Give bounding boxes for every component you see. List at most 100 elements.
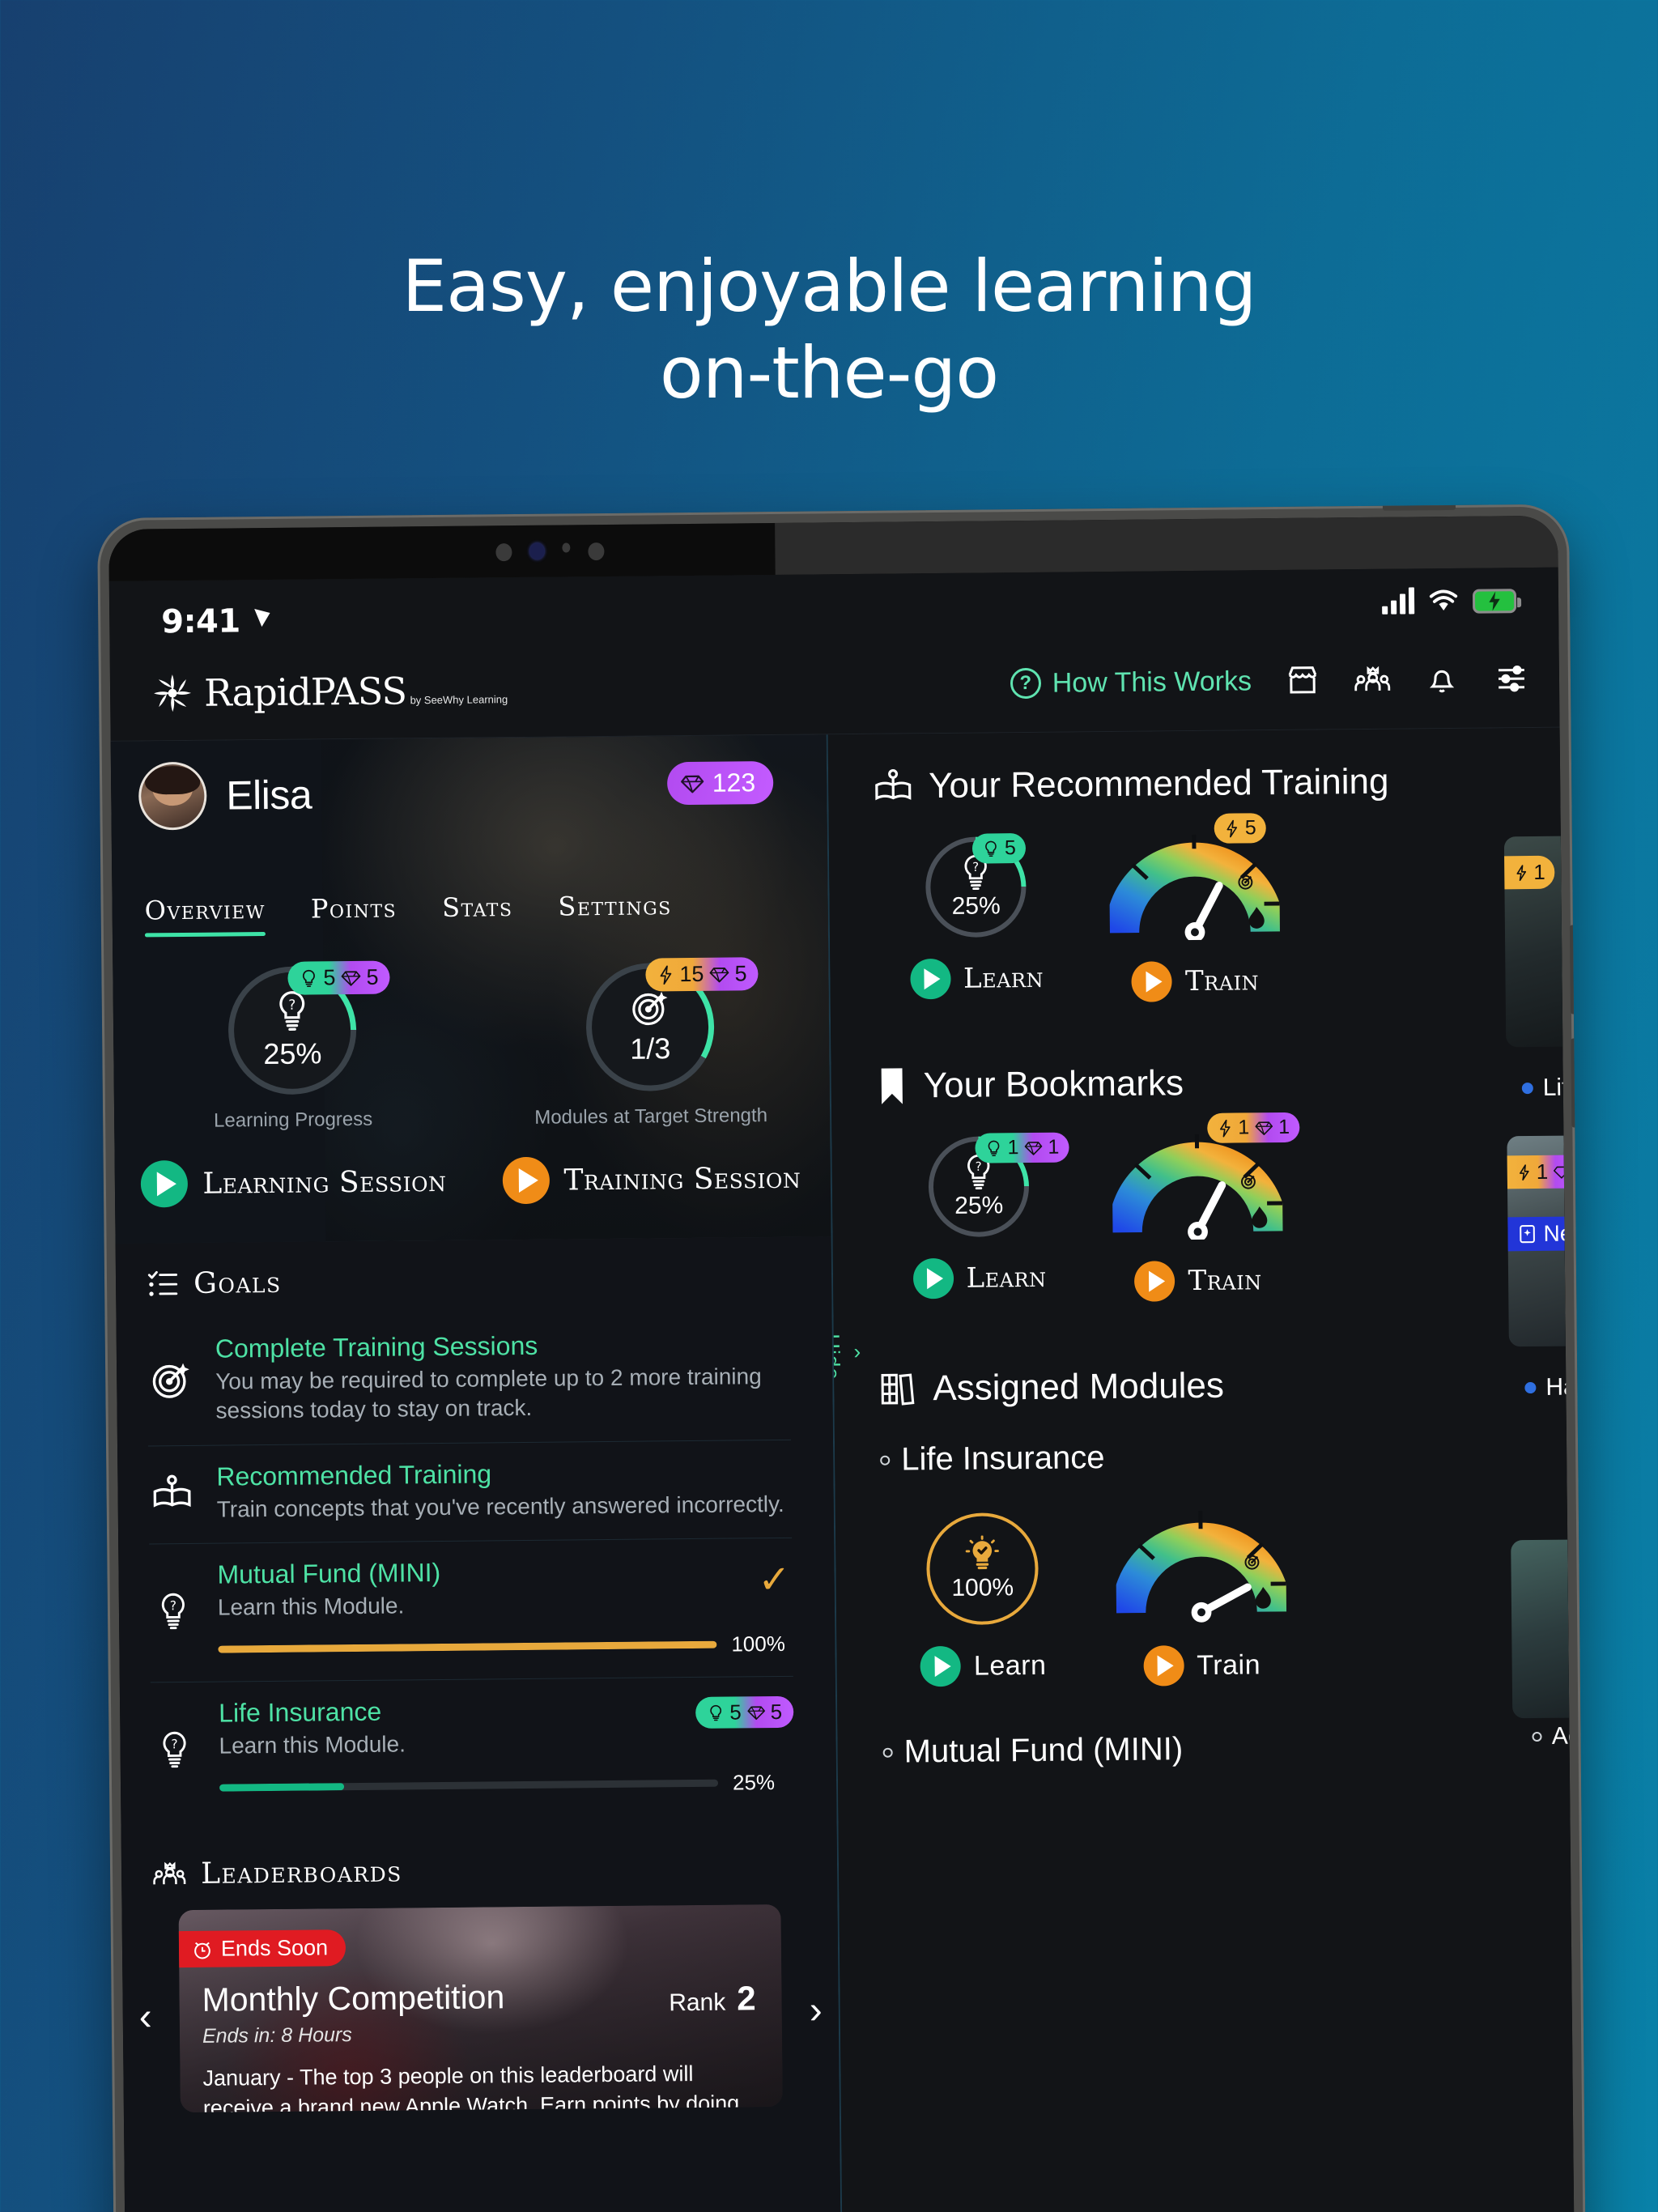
status-dot-icon [1524, 1381, 1537, 1394]
learn-label: Learn [973, 1649, 1047, 1682]
play-icon [920, 1645, 962, 1687]
goal-item[interactable]: ? Mutual Fund (MINI) Learn this Module. … [149, 1538, 793, 1683]
checklist-icon [147, 1270, 178, 1296]
gem-balance-badge[interactable]: 123 [666, 760, 774, 806]
goal-description: Learn this Module. [217, 1593, 405, 1621]
hide-panel-button[interactable]: ‹ Hide [828, 1334, 870, 1380]
assigned-module-name-2[interactable]: Mutual Fund (MINI) [882, 1728, 1569, 1771]
learn-button[interactable]: Learn [920, 1645, 1047, 1687]
section-header: Assigned Modules [879, 1363, 1566, 1410]
rapidpass-star-icon [147, 668, 198, 719]
leaderboard-people-icon[interactable] [1354, 661, 1391, 699]
dashboard-panes: Elisa 123 Overview Points Stats Settings… [110, 727, 1575, 2212]
lightbulb-question-icon: ? [151, 1699, 198, 1801]
badge-bolt-value: 1 [1536, 1159, 1549, 1184]
train-cell[interactable]: 1 1 Train [1079, 1112, 1316, 1303]
module-thumbnail[interactable] [1511, 1539, 1575, 1719]
train-cell[interactable]: Train [1083, 1510, 1320, 1687]
ring-learning-progress[interactable]: ? 25% 5 5 Learning Progress [113, 960, 472, 1134]
tab-stats[interactable]: Stats [442, 891, 513, 934]
train-button[interactable]: Train [1134, 1260, 1262, 1302]
learn-points-badge: 5 [971, 833, 1027, 864]
badge-bolt-value: 1 [1533, 859, 1545, 884]
how-this-works-button[interactable]: ? How This Works [1010, 666, 1252, 700]
badge-diamond-value: 5 [770, 1699, 783, 1725]
bolt-icon [660, 964, 672, 985]
tab-points[interactable]: Points [311, 892, 397, 935]
tab-settings[interactable]: Settings [558, 890, 672, 933]
progress-bar [219, 1779, 719, 1792]
ring-label: Modules at Target Strength [534, 1104, 768, 1129]
gauge-graphic: 5 [1105, 813, 1285, 942]
ring-modules-target-strength[interactable]: 1/3 15 5 Modules at Target Strength [470, 957, 830, 1129]
leaderboard-people-icon [153, 1861, 186, 1885]
bell-icon[interactable] [1423, 661, 1460, 698]
front-camera-icon [529, 542, 545, 559]
goals-section-header: Goals [116, 1236, 832, 1300]
power-button[interactable] [1382, 504, 1456, 511]
progress-label: 100% [731, 1631, 786, 1657]
thumb-label-text: Hard [1545, 1373, 1575, 1401]
store-icon[interactable] [1284, 661, 1321, 699]
avatar[interactable] [138, 761, 207, 831]
goal-points-badge: 5 5 [695, 1696, 794, 1729]
carousel-prev-button[interactable]: ‹ [139, 1996, 152, 2039]
section-bookmarks: Your Bookmarks ? 25% 1 1 Learn 1 1 Train… [831, 998, 1575, 1401]
leaderboards-title: Leaderboards [200, 1855, 402, 1891]
learning-session-button[interactable]: Learning Session [115, 1158, 474, 1208]
train-cell[interactable]: 5 Train [1077, 813, 1313, 1003]
train-button[interactable]: Train [1143, 1644, 1261, 1687]
sliders-icon[interactable] [1493, 660, 1530, 697]
learn-cell[interactable]: ? 25% 1 1 Learn [877, 1132, 1081, 1300]
status-dot-icon [1521, 1083, 1533, 1095]
learn-button[interactable]: Learn [912, 1257, 1047, 1300]
carousel-next-button[interactable]: › [809, 1989, 822, 2032]
goal-item[interactable]: Recommended Training Train concepts that… [148, 1440, 793, 1545]
bolt-icon [1520, 1163, 1529, 1180]
wifi-icon [1429, 589, 1458, 611]
leaderboard-card[interactable]: Ends Soon Monthly Competition Ends in: 8… [178, 1904, 783, 2113]
section-content-row: ? 25% 5 Learn 5 Train 1 Life [874, 813, 1575, 1101]
training-session-button[interactable]: Training Session [473, 1154, 831, 1205]
ring-value: 100% [951, 1574, 1014, 1602]
profile-hero: Elisa 123 Overview Points Stats Settings… [110, 734, 831, 1244]
ring-value: 25% [954, 1192, 1004, 1219]
sensor-2-icon [588, 542, 605, 561]
assigned-module-name[interactable]: Life Insurance [880, 1436, 1567, 1478]
ring-points-badge: 5 5 [287, 960, 390, 995]
badge-lightbulb-value: 1 [1007, 1136, 1019, 1159]
volume-up-button[interactable] [1569, 925, 1579, 1015]
badge-diamond-value: 5 [734, 961, 747, 986]
logo-subtitle: by SeeWhy Learning [410, 693, 508, 707]
learn-cell[interactable]: ? 25% 5 Learn [874, 833, 1078, 1000]
tab-overview[interactable]: Overview [144, 894, 266, 937]
volume-down-button[interactable] [1571, 1038, 1580, 1128]
section-content-row: 100% Learn Train Adm [881, 1508, 1575, 1750]
diamond-icon [680, 775, 704, 793]
leaderboards-section: Leaderboards ‹ › Ends Soon Monthly Compe… [121, 1827, 840, 2113]
target-icon [632, 991, 668, 1026]
section-recommended-training: Your Recommended Training ? 25% 5 Learn … [828, 728, 1575, 1101]
profile-row[interactable]: Elisa [138, 760, 312, 831]
play-icon [502, 1156, 550, 1205]
new-card-icon [1520, 1224, 1535, 1244]
section-content-row: ? 25% 1 1 Learn 1 1 Train 1 New Hard [877, 1112, 1575, 1401]
goal-item[interactable]: Complete Training Sessions You may be re… [147, 1312, 791, 1447]
alarm-clock-icon [194, 1942, 210, 1959]
module-thumbnail[interactable]: 1 New [1507, 1135, 1575, 1347]
learn-cell[interactable]: 100% Learn [881, 1512, 1085, 1687]
gem-count: 123 [712, 768, 756, 798]
lightbulb-check-icon [965, 1535, 999, 1570]
module-thumbnail[interactable]: 1 [1503, 836, 1575, 1048]
logo-wordmark: RapidPASS [203, 669, 407, 715]
learn-button[interactable]: Learn [909, 958, 1044, 1000]
app-logo[interactable]: RapidPASS by SeeWhy Learning [147, 665, 508, 718]
train-label: Train [1188, 1264, 1262, 1298]
svg-text:?: ? [170, 1599, 176, 1614]
ring-value: 25% [263, 1036, 322, 1071]
lightbulb-question-icon: ? [279, 991, 305, 1031]
cellular-bars-icon [1382, 586, 1415, 615]
goal-item[interactable]: ? Life Insurance Learn this Module. 25% [151, 1677, 795, 1820]
train-button[interactable]: Train [1131, 960, 1260, 1002]
ring-inner: 100% [929, 1516, 1035, 1622]
